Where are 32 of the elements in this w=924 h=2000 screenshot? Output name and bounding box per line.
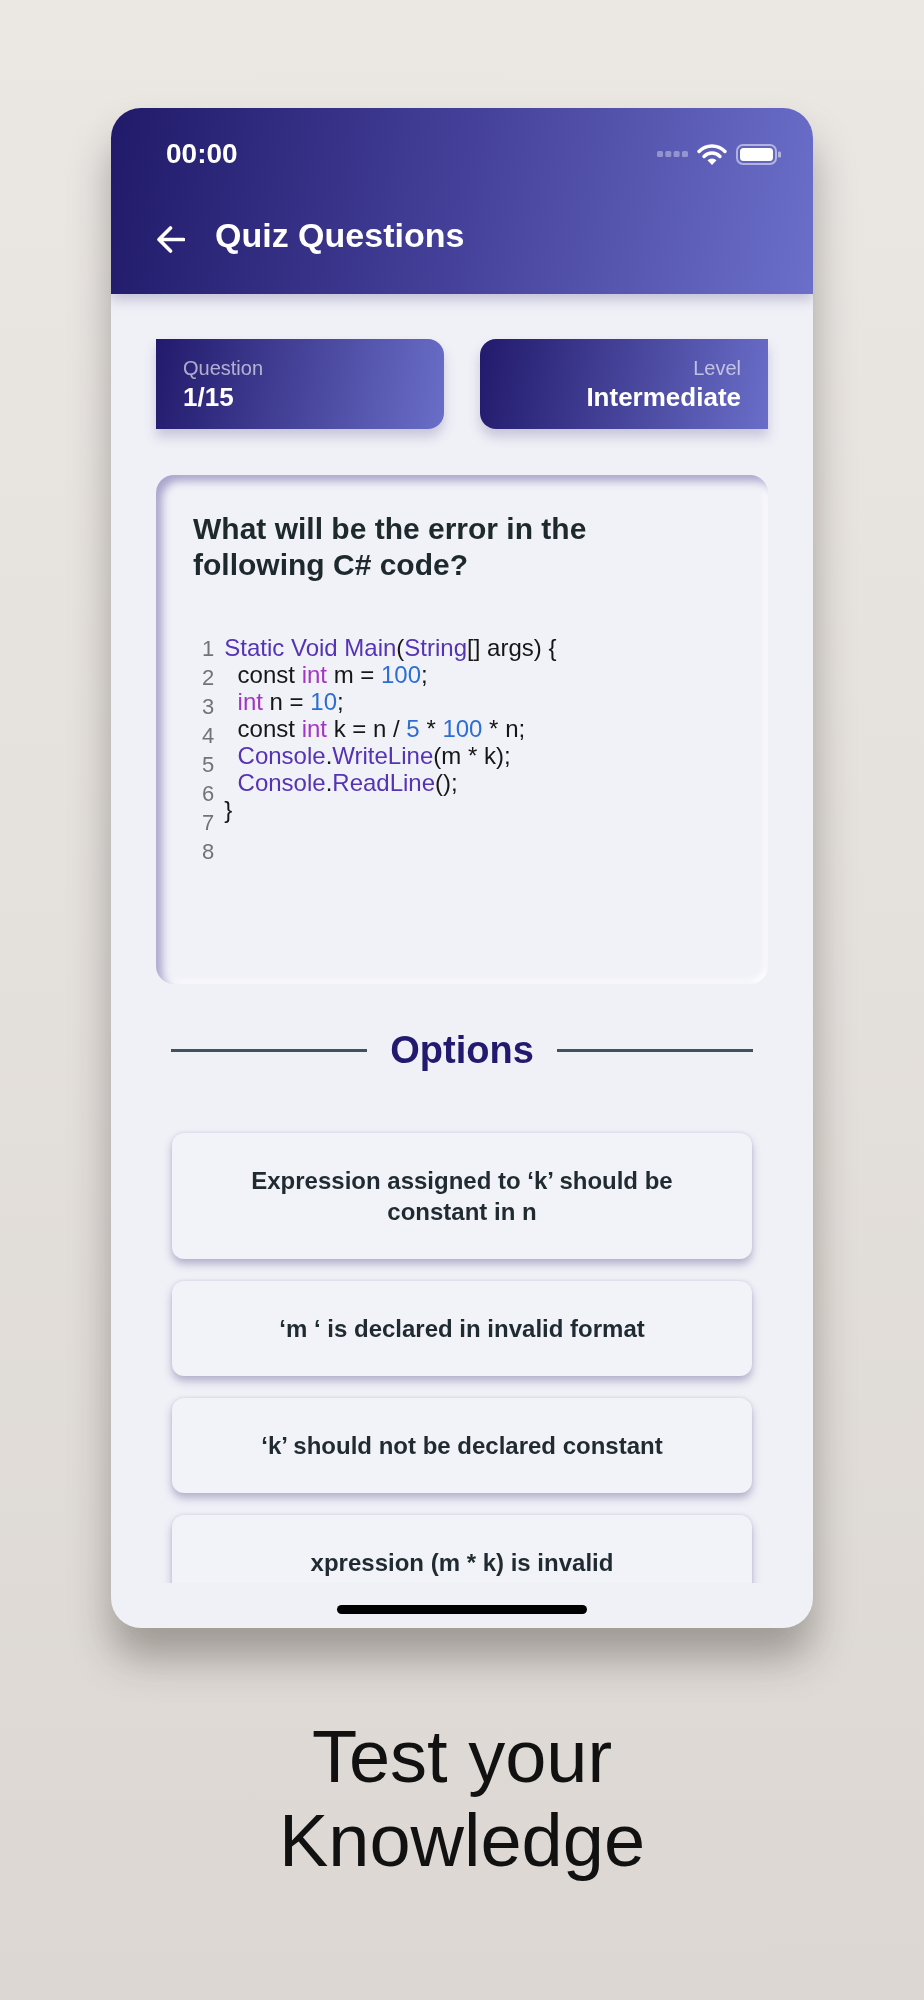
line-number: 1 xyxy=(202,635,215,663)
code-line: Static Void Main(String[] args) { xyxy=(224,634,557,661)
line-number: 3 xyxy=(202,693,215,721)
line-number: 7 xyxy=(202,809,215,837)
line-number: 2 xyxy=(202,664,215,692)
battery-icon xyxy=(736,143,781,165)
code-line: Console.WriteLine(m * k); xyxy=(236,742,511,769)
caption-text: Test your Knowledge xyxy=(277,1715,647,1883)
stat-value: 1/15 xyxy=(183,381,235,413)
code-line: } xyxy=(224,796,233,823)
answer-option[interactable]: xpression (m * k) is invalid xyxy=(172,1515,752,1583)
answer-option[interactable]: Expression assigned to ‘k’ should be constant in n xyxy=(172,1133,752,1259)
section-heading: Options xyxy=(390,1028,534,1073)
code-line: const int m = 100; xyxy=(236,661,428,688)
line-number: 6 xyxy=(202,780,215,808)
screen-title: Quiz Questions xyxy=(215,215,465,256)
signal-icon xyxy=(657,151,688,157)
line-number: 4 xyxy=(202,722,215,750)
stat-value: Intermediate xyxy=(585,381,741,413)
line-number: 5 xyxy=(202,751,215,779)
answer-option[interactable]: ‘m ‘ is declared in invalid format xyxy=(172,1281,752,1376)
answer-option[interactable]: ‘k’ should not be declared constant xyxy=(172,1398,752,1493)
code-line: Console.ReadLine(); xyxy=(236,769,458,796)
stat-label: Question xyxy=(183,355,265,380)
code-line: int n = 10; xyxy=(236,688,344,715)
line-number: 8 xyxy=(202,838,215,866)
status-time: 00:00 xyxy=(166,137,238,171)
code-line: const int k = n / 5 * 100 * n; xyxy=(236,715,526,742)
wifi-icon xyxy=(697,143,727,165)
stat-label: Level xyxy=(692,355,741,380)
question-text: What will be the error in the following C# code? xyxy=(193,511,588,583)
back-arrow-icon[interactable] xyxy=(157,225,185,253)
